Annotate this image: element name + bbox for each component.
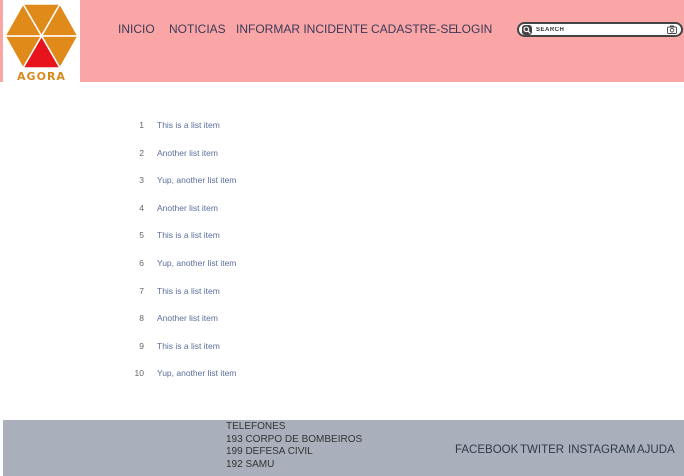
facebook-link[interactable]: FACEBOOK bbox=[455, 444, 518, 456]
list-item-text: Another list item bbox=[157, 147, 218, 158]
list-item-number: 5 bbox=[139, 230, 144, 241]
list-item-text: This is a list item bbox=[157, 230, 220, 241]
phone-list: TELEFONES 193 CORPO DE BOMBEIROS 199 DEF… bbox=[226, 421, 362, 471]
list-item-number: 9 bbox=[139, 340, 144, 351]
phones-title: TELEFONES bbox=[226, 421, 286, 432]
search-input[interactable] bbox=[536, 24, 666, 35]
search-box[interactable] bbox=[517, 22, 683, 37]
nav-inicio[interactable]: INICIO bbox=[118, 22, 155, 36]
logo-hexagon-icon bbox=[3, 2, 80, 70]
footer: TELEFONES 193 CORPO DE BOMBEIROS 199 DEF… bbox=[3, 420, 684, 476]
instagram-link[interactable]: INSTAGRAM bbox=[568, 444, 636, 456]
nav-informar-incidente[interactable]: INFORMAR INCIDENTE bbox=[236, 22, 368, 36]
list-item-number: 3 bbox=[139, 175, 144, 186]
twitter-link[interactable]: TWITER bbox=[520, 444, 564, 456]
list-item-number: 4 bbox=[139, 202, 144, 213]
list-item-number: 1 bbox=[139, 120, 144, 130]
logo-text: AGORA bbox=[17, 70, 66, 83]
logo[interactable]: AGORA bbox=[3, 0, 80, 83]
list-item-number: 7 bbox=[139, 285, 144, 296]
phone-defesa-civil: 199 DEFESA CIVIL bbox=[226, 446, 313, 457]
list-item-number: 6 bbox=[139, 258, 144, 268]
list-item-number: 2 bbox=[139, 147, 144, 158]
list-item-text: Yup, another list item bbox=[157, 175, 237, 186]
list-item-number: 10 bbox=[134, 368, 144, 379]
ajuda-link[interactable]: AJUDA bbox=[637, 444, 675, 456]
list-item-text: Yup, another list item bbox=[157, 368, 237, 379]
list-item-text: This is a list item bbox=[157, 285, 220, 296]
list-item-text: Another list item bbox=[157, 313, 218, 324]
phone-samu: 192 SAMU bbox=[226, 458, 275, 470]
search-icon[interactable] bbox=[522, 25, 532, 35]
list-item-text: This is a list item bbox=[157, 120, 220, 130]
nav-login[interactable]: LOGIN bbox=[455, 22, 492, 36]
list-item-text: Yup, another list item bbox=[157, 258, 237, 268]
nav-cadastre-se[interactable]: CADASTRE-SE bbox=[371, 22, 456, 36]
camera-icon[interactable] bbox=[667, 25, 677, 34]
header: AGORA INICIO NOTICIAS INFORMAR INCIDENTE… bbox=[0, 0, 684, 83]
list-item-text: Another list item bbox=[157, 202, 218, 213]
list-item-number: 8 bbox=[139, 313, 144, 324]
list-item-text: This is a list item bbox=[157, 340, 220, 351]
phone-bombeiros: 193 CORPO DE BOMBEIROS bbox=[226, 433, 363, 445]
nav-noticias[interactable]: NOTICIAS bbox=[169, 22, 226, 36]
